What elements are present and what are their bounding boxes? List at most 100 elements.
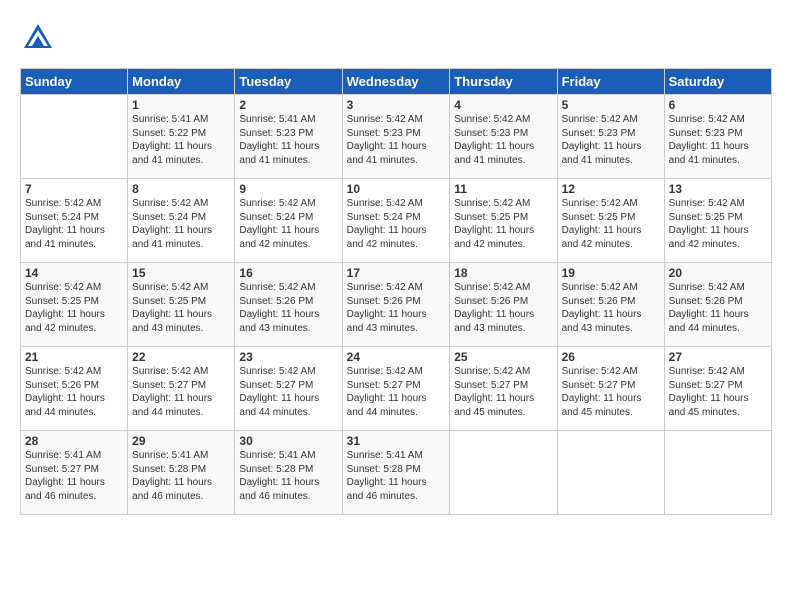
day-number: 17 (347, 266, 446, 280)
calendar-cell: 1Sunrise: 5:41 AM Sunset: 5:22 PM Daylig… (128, 95, 235, 179)
day-number: 24 (347, 350, 446, 364)
day-number: 2 (239, 98, 337, 112)
header-day-sunday: Sunday (21, 69, 128, 95)
day-number: 29 (132, 434, 230, 448)
calendar-cell: 24Sunrise: 5:42 AM Sunset: 5:27 PM Dayli… (342, 347, 450, 431)
header (20, 20, 772, 56)
day-info: Sunrise: 5:42 AM Sunset: 5:24 PM Dayligh… (239, 197, 337, 251)
day-info: Sunrise: 5:42 AM Sunset: 5:27 PM Dayligh… (454, 365, 552, 419)
day-number: 11 (454, 182, 552, 196)
header-day-monday: Monday (128, 69, 235, 95)
day-info: Sunrise: 5:41 AM Sunset: 5:22 PM Dayligh… (132, 113, 230, 167)
day-info: Sunrise: 5:42 AM Sunset: 5:25 PM Dayligh… (562, 197, 660, 251)
day-info: Sunrise: 5:42 AM Sunset: 5:26 PM Dayligh… (562, 281, 660, 335)
calendar-cell: 18Sunrise: 5:42 AM Sunset: 5:26 PM Dayli… (450, 263, 557, 347)
day-info: Sunrise: 5:41 AM Sunset: 5:23 PM Dayligh… (239, 113, 337, 167)
day-number: 6 (669, 98, 767, 112)
day-number: 21 (25, 350, 123, 364)
day-number: 18 (454, 266, 552, 280)
day-info: Sunrise: 5:42 AM Sunset: 5:23 PM Dayligh… (347, 113, 446, 167)
day-number: 30 (239, 434, 337, 448)
day-number: 15 (132, 266, 230, 280)
day-info: Sunrise: 5:42 AM Sunset: 5:27 PM Dayligh… (347, 365, 446, 419)
calendar-cell (664, 431, 771, 515)
main-container: SundayMondayTuesdayWednesdayThursdayFrid… (0, 0, 792, 525)
week-row-4: 21Sunrise: 5:42 AM Sunset: 5:26 PM Dayli… (21, 347, 772, 431)
header-day-thursday: Thursday (450, 69, 557, 95)
calendar-header: SundayMondayTuesdayWednesdayThursdayFrid… (21, 69, 772, 95)
day-info: Sunrise: 5:42 AM Sunset: 5:23 PM Dayligh… (669, 113, 767, 167)
calendar-cell: 14Sunrise: 5:42 AM Sunset: 5:25 PM Dayli… (21, 263, 128, 347)
header-day-wednesday: Wednesday (342, 69, 450, 95)
calendar-cell: 3Sunrise: 5:42 AM Sunset: 5:23 PM Daylig… (342, 95, 450, 179)
week-row-5: 28Sunrise: 5:41 AM Sunset: 5:27 PM Dayli… (21, 431, 772, 515)
day-info: Sunrise: 5:42 AM Sunset: 5:23 PM Dayligh… (454, 113, 552, 167)
day-number: 26 (562, 350, 660, 364)
day-info: Sunrise: 5:41 AM Sunset: 5:28 PM Dayligh… (132, 449, 230, 503)
day-info: Sunrise: 5:41 AM Sunset: 5:28 PM Dayligh… (239, 449, 337, 503)
day-number: 28 (25, 434, 123, 448)
calendar-cell: 25Sunrise: 5:42 AM Sunset: 5:27 PM Dayli… (450, 347, 557, 431)
calendar-cell: 19Sunrise: 5:42 AM Sunset: 5:26 PM Dayli… (557, 263, 664, 347)
day-number: 16 (239, 266, 337, 280)
day-info: Sunrise: 5:41 AM Sunset: 5:27 PM Dayligh… (25, 449, 123, 503)
day-info: Sunrise: 5:42 AM Sunset: 5:26 PM Dayligh… (669, 281, 767, 335)
week-row-3: 14Sunrise: 5:42 AM Sunset: 5:25 PM Dayli… (21, 263, 772, 347)
calendar-cell: 5Sunrise: 5:42 AM Sunset: 5:23 PM Daylig… (557, 95, 664, 179)
day-info: Sunrise: 5:41 AM Sunset: 5:28 PM Dayligh… (347, 449, 446, 503)
day-info: Sunrise: 5:42 AM Sunset: 5:23 PM Dayligh… (562, 113, 660, 167)
day-number: 4 (454, 98, 552, 112)
day-info: Sunrise: 5:42 AM Sunset: 5:27 PM Dayligh… (562, 365, 660, 419)
calendar-body: 1Sunrise: 5:41 AM Sunset: 5:22 PM Daylig… (21, 95, 772, 515)
day-number: 8 (132, 182, 230, 196)
calendar-cell: 10Sunrise: 5:42 AM Sunset: 5:24 PM Dayli… (342, 179, 450, 263)
day-number: 1 (132, 98, 230, 112)
calendar-cell: 26Sunrise: 5:42 AM Sunset: 5:27 PM Dayli… (557, 347, 664, 431)
calendar-cell: 9Sunrise: 5:42 AM Sunset: 5:24 PM Daylig… (235, 179, 342, 263)
day-info: Sunrise: 5:42 AM Sunset: 5:25 PM Dayligh… (132, 281, 230, 335)
day-number: 13 (669, 182, 767, 196)
day-number: 9 (239, 182, 337, 196)
calendar-cell: 30Sunrise: 5:41 AM Sunset: 5:28 PM Dayli… (235, 431, 342, 515)
calendar-cell: 16Sunrise: 5:42 AM Sunset: 5:26 PM Dayli… (235, 263, 342, 347)
calendar-cell: 13Sunrise: 5:42 AM Sunset: 5:25 PM Dayli… (664, 179, 771, 263)
day-info: Sunrise: 5:42 AM Sunset: 5:25 PM Dayligh… (669, 197, 767, 251)
week-row-1: 1Sunrise: 5:41 AM Sunset: 5:22 PM Daylig… (21, 95, 772, 179)
day-number: 25 (454, 350, 552, 364)
calendar-cell (450, 431, 557, 515)
calendar-cell: 8Sunrise: 5:42 AM Sunset: 5:24 PM Daylig… (128, 179, 235, 263)
calendar-cell: 2Sunrise: 5:41 AM Sunset: 5:23 PM Daylig… (235, 95, 342, 179)
calendar-cell: 22Sunrise: 5:42 AM Sunset: 5:27 PM Dayli… (128, 347, 235, 431)
day-info: Sunrise: 5:42 AM Sunset: 5:26 PM Dayligh… (454, 281, 552, 335)
day-info: Sunrise: 5:42 AM Sunset: 5:25 PM Dayligh… (454, 197, 552, 251)
calendar-cell: 17Sunrise: 5:42 AM Sunset: 5:26 PM Dayli… (342, 263, 450, 347)
calendar-cell: 6Sunrise: 5:42 AM Sunset: 5:23 PM Daylig… (664, 95, 771, 179)
day-number: 22 (132, 350, 230, 364)
calendar-cell: 21Sunrise: 5:42 AM Sunset: 5:26 PM Dayli… (21, 347, 128, 431)
header-row: SundayMondayTuesdayWednesdayThursdayFrid… (21, 69, 772, 95)
header-day-tuesday: Tuesday (235, 69, 342, 95)
calendar-cell: 12Sunrise: 5:42 AM Sunset: 5:25 PM Dayli… (557, 179, 664, 263)
day-info: Sunrise: 5:42 AM Sunset: 5:26 PM Dayligh… (347, 281, 446, 335)
day-info: Sunrise: 5:42 AM Sunset: 5:27 PM Dayligh… (132, 365, 230, 419)
day-number: 31 (347, 434, 446, 448)
calendar-cell: 4Sunrise: 5:42 AM Sunset: 5:23 PM Daylig… (450, 95, 557, 179)
day-number: 14 (25, 266, 123, 280)
calendar-cell: 7Sunrise: 5:42 AM Sunset: 5:24 PM Daylig… (21, 179, 128, 263)
day-number: 27 (669, 350, 767, 364)
day-number: 12 (562, 182, 660, 196)
day-number: 19 (562, 266, 660, 280)
calendar-cell: 11Sunrise: 5:42 AM Sunset: 5:25 PM Dayli… (450, 179, 557, 263)
day-info: Sunrise: 5:42 AM Sunset: 5:25 PM Dayligh… (25, 281, 123, 335)
day-info: Sunrise: 5:42 AM Sunset: 5:27 PM Dayligh… (669, 365, 767, 419)
day-info: Sunrise: 5:42 AM Sunset: 5:27 PM Dayligh… (239, 365, 337, 419)
calendar-cell: 27Sunrise: 5:42 AM Sunset: 5:27 PM Dayli… (664, 347, 771, 431)
day-info: Sunrise: 5:42 AM Sunset: 5:24 PM Dayligh… (132, 197, 230, 251)
day-number: 10 (347, 182, 446, 196)
day-info: Sunrise: 5:42 AM Sunset: 5:24 PM Dayligh… (25, 197, 123, 251)
header-day-friday: Friday (557, 69, 664, 95)
day-info: Sunrise: 5:42 AM Sunset: 5:26 PM Dayligh… (239, 281, 337, 335)
calendar-cell: 31Sunrise: 5:41 AM Sunset: 5:28 PM Dayli… (342, 431, 450, 515)
calendar-cell: 23Sunrise: 5:42 AM Sunset: 5:27 PM Dayli… (235, 347, 342, 431)
day-number: 3 (347, 98, 446, 112)
